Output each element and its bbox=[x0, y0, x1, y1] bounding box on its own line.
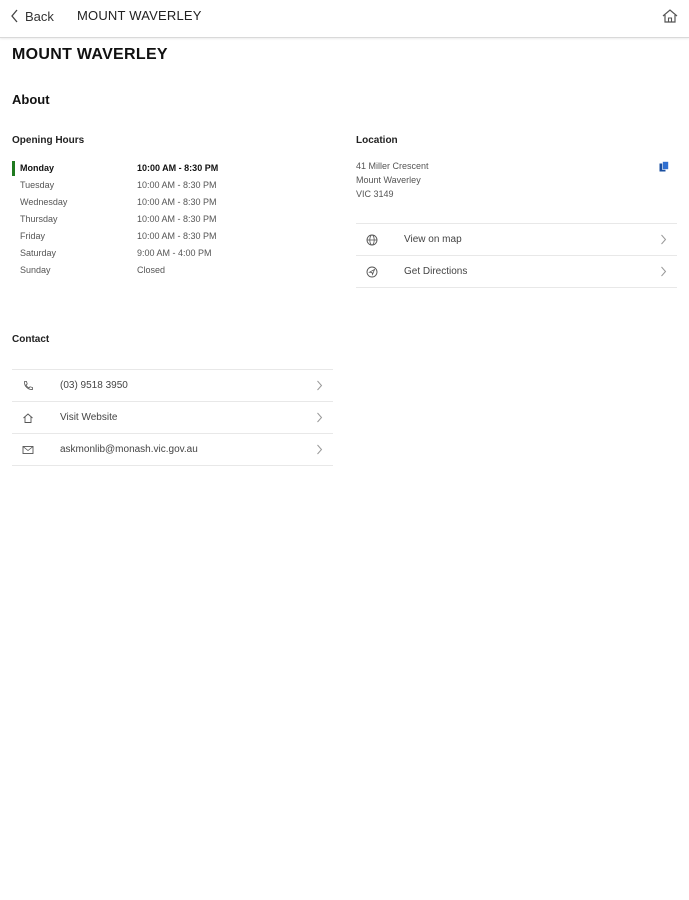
hours-row-friday: Friday 10:00 AM - 8:30 PM bbox=[12, 228, 312, 245]
hours-row-sunday: Sunday Closed bbox=[12, 262, 312, 279]
mail-icon bbox=[22, 446, 34, 454]
hours-time: 9:00 AM - 4:00 PM bbox=[137, 248, 212, 258]
chevron-right-icon bbox=[317, 444, 323, 455]
email-row[interactable]: askmonlib@monash.vic.gov.au bbox=[12, 434, 333, 466]
address-line: VIC 3149 bbox=[356, 189, 394, 199]
hours-time: 10:00 AM - 8:30 PM bbox=[137, 180, 217, 190]
nav-title: MOUNT WAVERLEY bbox=[77, 8, 202, 23]
hours-day: Monday bbox=[20, 163, 55, 173]
hours-time: 10:00 AM - 8:30 PM bbox=[137, 197, 217, 207]
chevron-right-icon bbox=[317, 412, 323, 423]
contact-list: (03) 9518 3950 Visit Website askmonlib@m… bbox=[12, 369, 333, 466]
address-line: Mount Waverley bbox=[356, 175, 421, 185]
back-label: Back bbox=[25, 8, 54, 24]
chevron-left-icon bbox=[11, 9, 18, 23]
location-heading: Location bbox=[356, 135, 398, 146]
page-title: MOUNT WAVERLEY bbox=[12, 46, 168, 63]
back-button[interactable]: Back bbox=[10, 7, 54, 25]
contact-heading: Contact bbox=[12, 334, 50, 345]
phone-row[interactable]: (03) 9518 3950 bbox=[12, 370, 333, 402]
chevron-right-icon bbox=[317, 380, 323, 391]
hours-day: Saturday bbox=[20, 248, 57, 258]
view-on-map-row[interactable]: View on map bbox=[356, 224, 677, 256]
phone-icon bbox=[24, 381, 33, 390]
opening-hours-heading: Opening Hours bbox=[12, 135, 85, 146]
view-on-map-label: View on map bbox=[404, 234, 462, 245]
hours-day: Wednesday bbox=[20, 197, 68, 207]
website-row[interactable]: Visit Website bbox=[12, 402, 333, 434]
copy-icon[interactable] bbox=[659, 161, 669, 172]
location-actions-list: View on map Get Directions bbox=[356, 223, 677, 288]
hours-time: 10:00 AM - 8:30 PM bbox=[137, 163, 219, 173]
hours-day: Friday bbox=[20, 231, 46, 241]
hours-row-monday: Monday 10:00 AM - 8:30 PM bbox=[12, 160, 312, 177]
hours-row-saturday: Saturday 9:00 AM - 4:00 PM bbox=[12, 245, 312, 262]
hours-row-thursday: Thursday 10:00 AM - 8:30 PM bbox=[12, 211, 312, 228]
get-directions-row[interactable]: Get Directions bbox=[356, 256, 677, 288]
hours-row-tuesday: Tuesday 10:00 AM - 8:30 PM bbox=[12, 177, 312, 194]
hours-time: Closed bbox=[137, 265, 166, 275]
hours-day: Tuesday bbox=[20, 180, 55, 190]
opening-hours-table: Monday 10:00 AM - 8:30 PM Tuesday 10:00 … bbox=[12, 160, 312, 279]
hours-time: 10:00 AM - 8:30 PM bbox=[137, 214, 217, 224]
get-directions-label: Get Directions bbox=[404, 266, 468, 277]
directions-icon bbox=[366, 266, 378, 278]
about-heading: About bbox=[12, 92, 50, 107]
home-icon bbox=[23, 413, 33, 423]
hours-day: Sunday bbox=[20, 265, 51, 275]
hours-time: 10:00 AM - 8:30 PM bbox=[137, 231, 217, 241]
chevron-right-icon bbox=[661, 266, 667, 277]
top-nav-bar: Back MOUNT WAVERLEY bbox=[0, 0, 689, 38]
hours-row-wednesday: Wednesday 10:00 AM - 8:30 PM bbox=[12, 194, 312, 211]
hours-day: Thursday bbox=[20, 214, 58, 224]
address: 41 Miller Crescent Mount Waverley VIC 31… bbox=[356, 159, 429, 201]
globe-icon bbox=[366, 234, 378, 246]
address-line: 41 Miller Crescent bbox=[356, 161, 429, 171]
email-label: askmonlib@monash.vic.gov.au bbox=[60, 444, 198, 455]
chevron-right-icon bbox=[661, 234, 667, 245]
home-icon[interactable] bbox=[661, 7, 679, 25]
website-label: Visit Website bbox=[60, 412, 118, 423]
phone-label: (03) 9518 3950 bbox=[60, 380, 128, 391]
